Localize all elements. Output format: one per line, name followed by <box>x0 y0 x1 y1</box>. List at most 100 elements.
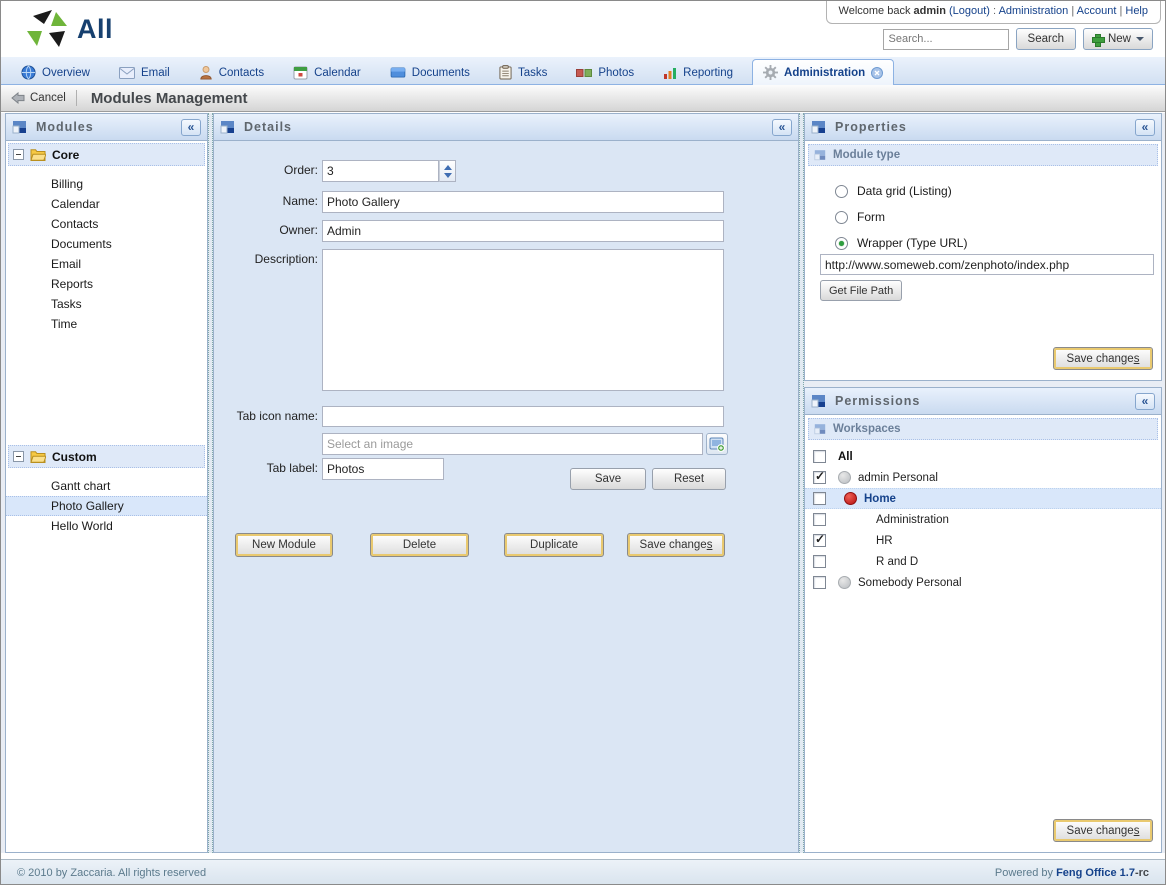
collapse-left-button[interactable]: « <box>181 119 201 136</box>
module-item-contacts[interactable]: Contacts <box>6 214 207 234</box>
image-select-input[interactable] <box>322 433 703 455</box>
radio-button-icon[interactable] <box>835 185 848 198</box>
workspace-row-hr[interactable]: HR <box>805 530 1161 551</box>
collapse-minus-icon[interactable] <box>13 451 24 462</box>
product-link[interactable]: Feng Office 1.7 <box>1056 867 1135 879</box>
workspaces-section: Workspaces <box>808 418 1158 440</box>
module-item-tasks[interactable]: Tasks <box>6 294 207 314</box>
tab-contacts[interactable]: Contacts <box>189 61 274 84</box>
module-item-documents[interactable]: Documents <box>6 234 207 254</box>
workspace-checkbox[interactable] <box>813 576 826 589</box>
description-label: Description: <box>214 252 318 266</box>
collapse-details-button[interactable]: « <box>772 119 792 136</box>
permissions-save-changes-button[interactable]: Save changes <box>1053 819 1153 842</box>
tab-icon-name-input[interactable] <box>322 406 724 427</box>
permissions-panel-title: Permissions <box>835 394 920 408</box>
folder-icon <box>30 148 46 161</box>
tab-photos[interactable]: Photos <box>566 61 644 84</box>
workspace-checkbox[interactable] <box>813 492 826 505</box>
module-item-time[interactable]: Time <box>6 314 207 334</box>
spinner-up-icon[interactable] <box>444 165 452 170</box>
name-input[interactable] <box>322 191 724 213</box>
module-item-calendar[interactable]: Calendar <box>6 194 207 214</box>
toolbar-divider <box>76 90 77 106</box>
spinner-down-icon[interactable] <box>444 173 452 178</box>
close-tab-icon[interactable] <box>871 67 883 79</box>
order-spinner[interactable] <box>439 160 456 182</box>
radio-button-icon[interactable] <box>835 211 848 224</box>
workspace-checkbox[interactable] <box>813 555 826 568</box>
module-item-email[interactable]: Email <box>6 254 207 274</box>
search-input[interactable] <box>883 29 1009 50</box>
user-link-administration[interactable]: Administration <box>999 5 1069 17</box>
save-changes-button[interactable]: Save changes <box>627 533 725 557</box>
workspace-row-home[interactable]: Home <box>805 488 1161 509</box>
logout-link[interactable]: (Logout) <box>949 5 990 17</box>
workspace-row-all[interactable]: All <box>805 446 1161 467</box>
tree-group-custom[interactable]: Custom <box>8 445 205 468</box>
cancel-button[interactable]: Cancel <box>11 92 66 104</box>
main-area: Modules « CoreBillingCalendarContactsDoc… <box>1 113 1165 853</box>
workspace-checkbox[interactable] <box>813 450 826 463</box>
tab-reporting[interactable]: Reporting <box>653 61 743 84</box>
tab-label: Reporting <box>683 67 733 79</box>
owner-input[interactable] <box>322 220 724 242</box>
user-links: Administration | Account | Help <box>999 5 1148 17</box>
main-tab-bar: Overview Email Contacts Calendar Documents Ta… <box>1 57 1165 85</box>
collapse-minus-icon[interactable] <box>13 149 24 160</box>
radio-button-icon[interactable] <box>835 237 848 250</box>
workspace-checkbox[interactable] <box>813 513 826 526</box>
tab-tasks[interactable]: Tasks <box>489 61 557 84</box>
search-button[interactable]: Search <box>1016 28 1076 50</box>
radio-form[interactable]: Form <box>835 210 885 224</box>
panel-icon <box>811 394 826 408</box>
radio-wrapper-type-url-[interactable]: Wrapper (Type URL) <box>835 236 967 250</box>
module-item-hello-world[interactable]: Hello World <box>6 516 207 536</box>
module-item-photo-gallery[interactable]: Photo Gallery <box>6 496 207 516</box>
duplicate-button[interactable]: Duplicate <box>504 533 604 557</box>
photos-icon <box>576 68 592 78</box>
properties-save-changes-button[interactable]: Save changes <box>1053 347 1153 370</box>
section-icon <box>814 149 826 161</box>
new-button[interactable]: New <box>1083 28 1153 50</box>
workspace-row-r-and-d[interactable]: R and D <box>805 551 1161 572</box>
tab-documents[interactable]: Documents <box>380 61 480 84</box>
order-input[interactable] <box>322 160 439 182</box>
copyright-text: © 2010 by Zaccaria. All rights reserved <box>17 867 206 879</box>
section-icon <box>814 423 826 435</box>
delete-button[interactable]: Delete <box>370 533 469 557</box>
module-item-reports[interactable]: Reports <box>6 274 207 294</box>
module-item-gantt-chart[interactable]: Gantt chart <box>6 476 207 496</box>
logo-text: All <box>77 14 113 45</box>
collapse-permissions-button[interactable]: « <box>1135 393 1155 410</box>
tab-calendar[interactable]: Calendar <box>283 61 371 84</box>
tab-overview[interactable]: Overview <box>11 61 100 84</box>
workspace-checkbox[interactable] <box>813 534 826 547</box>
collapse-properties-button[interactable]: « <box>1135 119 1155 136</box>
workspace-row-somebody-personal[interactable]: Somebody Personal <box>805 572 1161 593</box>
radio-data-grid-listing-[interactable]: Data grid (Listing) <box>835 184 952 198</box>
get-file-path-button[interactable]: Get File Path <box>820 280 902 301</box>
tab-label: Overview <box>42 67 90 79</box>
tab-email[interactable]: Email <box>109 61 180 84</box>
module-type-title: Module type <box>833 149 900 161</box>
radio-label: Form <box>857 210 885 224</box>
reset-button[interactable]: Reset <box>652 468 726 490</box>
modules-panel: Modules « CoreBillingCalendarContactsDoc… <box>5 113 208 853</box>
panel-icon <box>220 120 235 134</box>
workspace-label: All <box>838 451 853 463</box>
user-link-account[interactable]: Account <box>1077 5 1117 17</box>
tab-label-input[interactable] <box>322 458 444 480</box>
new-module-button[interactable]: New Module <box>235 533 333 557</box>
tab-administration[interactable]: Administration <box>752 59 894 85</box>
description-textarea[interactable] <box>322 249 724 391</box>
workspace-row-admin-personal[interactable]: admin Personal <box>805 467 1161 488</box>
tree-group-core[interactable]: Core <box>8 143 205 166</box>
module-item-billing[interactable]: Billing <box>6 174 207 194</box>
workspace-row-administration[interactable]: Administration <box>805 509 1161 530</box>
image-picker-button[interactable] <box>706 433 728 455</box>
user-link-help[interactable]: Help <box>1125 5 1148 17</box>
wrapper-url-input[interactable] <box>820 254 1154 275</box>
save-button[interactable]: Save <box>570 468 646 490</box>
workspace-checkbox[interactable] <box>813 471 826 484</box>
